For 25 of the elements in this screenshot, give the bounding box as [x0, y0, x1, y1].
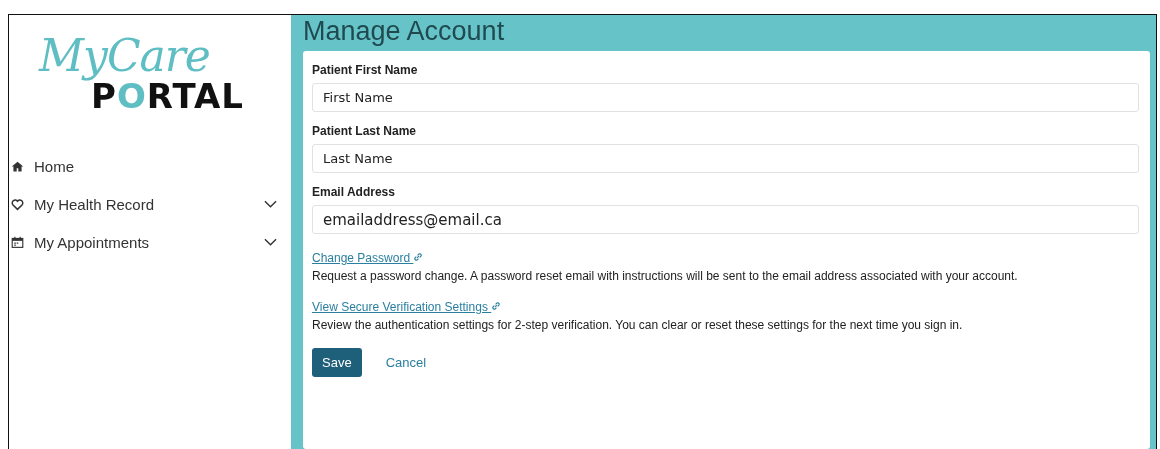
nav-item[interactable]: Home: [11, 147, 291, 185]
heart-icon: [11, 197, 24, 211]
chevron-icon: [264, 238, 277, 246]
link-description: Review the authentication settings for 2-step verification. You can clear or reset these settings for the next time you sign in.: [312, 318, 964, 332]
settings-link[interactable]: Change Password: [312, 251, 424, 265]
field-label: Email Address: [312, 185, 396, 199]
page-title: Manage Account: [303, 15, 506, 48]
save-button[interactable]: Save: [312, 348, 362, 377]
calendar-icon: [11, 235, 24, 249]
field-label: Patient Last Name: [312, 124, 418, 138]
link-icon: [413, 252, 424, 262]
link-icon: [491, 301, 502, 311]
link-description: Request a password change. A password reset email with instructions will be sent to the email address associated with your account.: [312, 269, 1019, 283]
input-field[interactable]: Last Name: [312, 144, 1139, 173]
cancel-button[interactable]: Cancel: [385, 348, 427, 377]
field-label: Patient First Name: [312, 63, 419, 77]
settings-link[interactable]: View Secure Verification Settings: [312, 300, 502, 314]
logo-wordmark: PORTAL: [91, 79, 245, 113]
chevron-icon: [264, 200, 277, 208]
logo-script: MyCare: [39, 33, 211, 79]
home-icon: [11, 159, 24, 173]
nav-item[interactable]: My Appointments: [11, 223, 291, 261]
nav-item[interactable]: My Health Record: [11, 185, 291, 223]
input-field[interactable]: emailaddress@email.ca: [312, 205, 1139, 234]
input-field[interactable]: First Name: [312, 83, 1139, 112]
